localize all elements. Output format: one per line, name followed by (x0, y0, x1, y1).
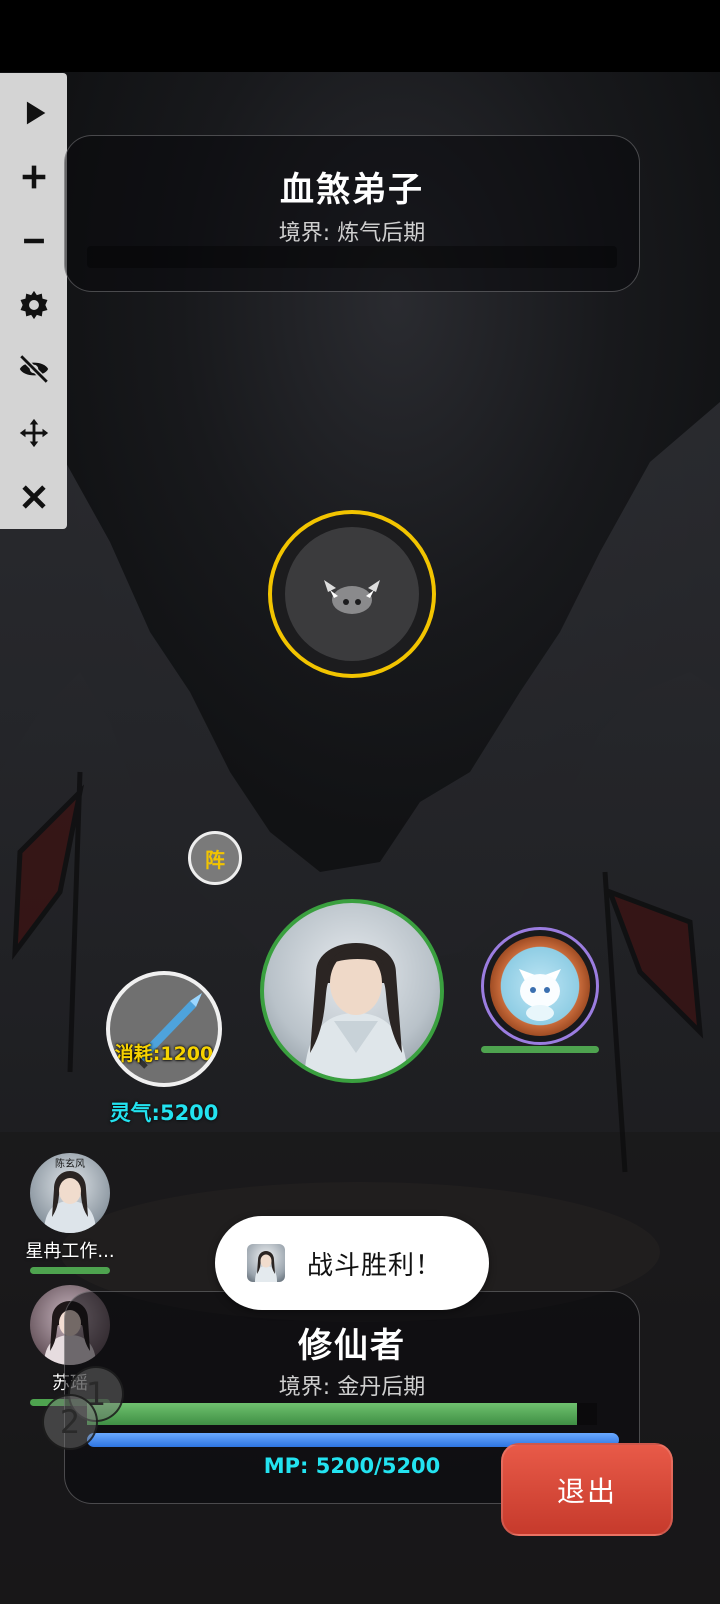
zoom-out-button[interactable] (9, 209, 59, 273)
gear-icon (20, 290, 47, 320)
move-icon (19, 418, 48, 448)
formation-label: 阵 (205, 847, 225, 872)
skill-cost: 消耗:1200 (114, 1043, 214, 1065)
zoom-in-button[interactable] (9, 145, 59, 209)
player-name: 修仙者 (298, 1326, 406, 1366)
teammate-1-hp (30, 1267, 110, 1274)
enemy-realm: 境界: 炼气后期 (278, 221, 426, 246)
formation-badge[interactable]: 阵 (188, 831, 242, 885)
teammate-1[interactable]: 陈玄风 星冉工作... (20, 1153, 120, 1274)
pet-hp-fill (481, 1046, 599, 1053)
enemy-avatar-inner (285, 527, 419, 661)
settings-button[interactable] (9, 273, 59, 337)
enemy-avatar[interactable] (268, 510, 436, 678)
pet-avatar[interactable] (481, 927, 599, 1045)
teammate-1-avatar: 陈玄风 (30, 1153, 110, 1233)
enemy-info-panel: 血煞弟子 境界: 炼气后期 (64, 135, 640, 292)
player-realm: 境界: 金丹后期 (278, 1375, 426, 1400)
player-hp-bar (87, 1403, 597, 1425)
cultivator-portrait (304, 943, 408, 1079)
spirit-energy-label: 灵气:5200 (109, 1101, 219, 1125)
player-avatar[interactable] (260, 899, 444, 1083)
play-button[interactable] (9, 81, 59, 145)
pet-frame (490, 936, 590, 1036)
victory-toast: 战斗胜利！ (215, 1216, 489, 1310)
app-portrait-icon (255, 1251, 277, 1282)
skill-button[interactable]: 消耗:1200 (106, 971, 222, 1087)
sword-icon (130, 993, 202, 1069)
app-icon (247, 1244, 285, 1282)
teammate-1-avatar-text: 陈玄风 (55, 1157, 85, 1170)
player-hp-fill (87, 1403, 577, 1425)
enemy-hp-bar (87, 246, 617, 268)
boar-icon (324, 580, 380, 614)
exit-button[interactable]: 退出 (501, 1443, 673, 1536)
teammate-1-name: 星冉工作... (25, 1241, 115, 1262)
plus-icon (22, 165, 45, 189)
close-icon (21, 485, 46, 509)
toast-message: 战斗胜利！ (307, 1250, 443, 1281)
number-circle-2[interactable]: 2 (42, 1394, 98, 1450)
play-icon (26, 101, 45, 125)
minus-icon (23, 238, 44, 244)
teammate-portrait: 陈玄风 (44, 1157, 96, 1233)
move-button[interactable] (9, 401, 59, 465)
pet-hp-bar (481, 1046, 599, 1053)
exit-label: 退出 (556, 1474, 617, 1508)
enemy-name: 血煞弟子 (280, 170, 424, 210)
number-circle-2-label: 2 (59, 1403, 81, 1441)
hide-button[interactable] (9, 337, 59, 401)
white-fox-icon (519, 969, 561, 1021)
close-button[interactable] (9, 465, 59, 529)
floating-toolbar (0, 73, 67, 529)
eye-off-icon (18, 354, 49, 384)
